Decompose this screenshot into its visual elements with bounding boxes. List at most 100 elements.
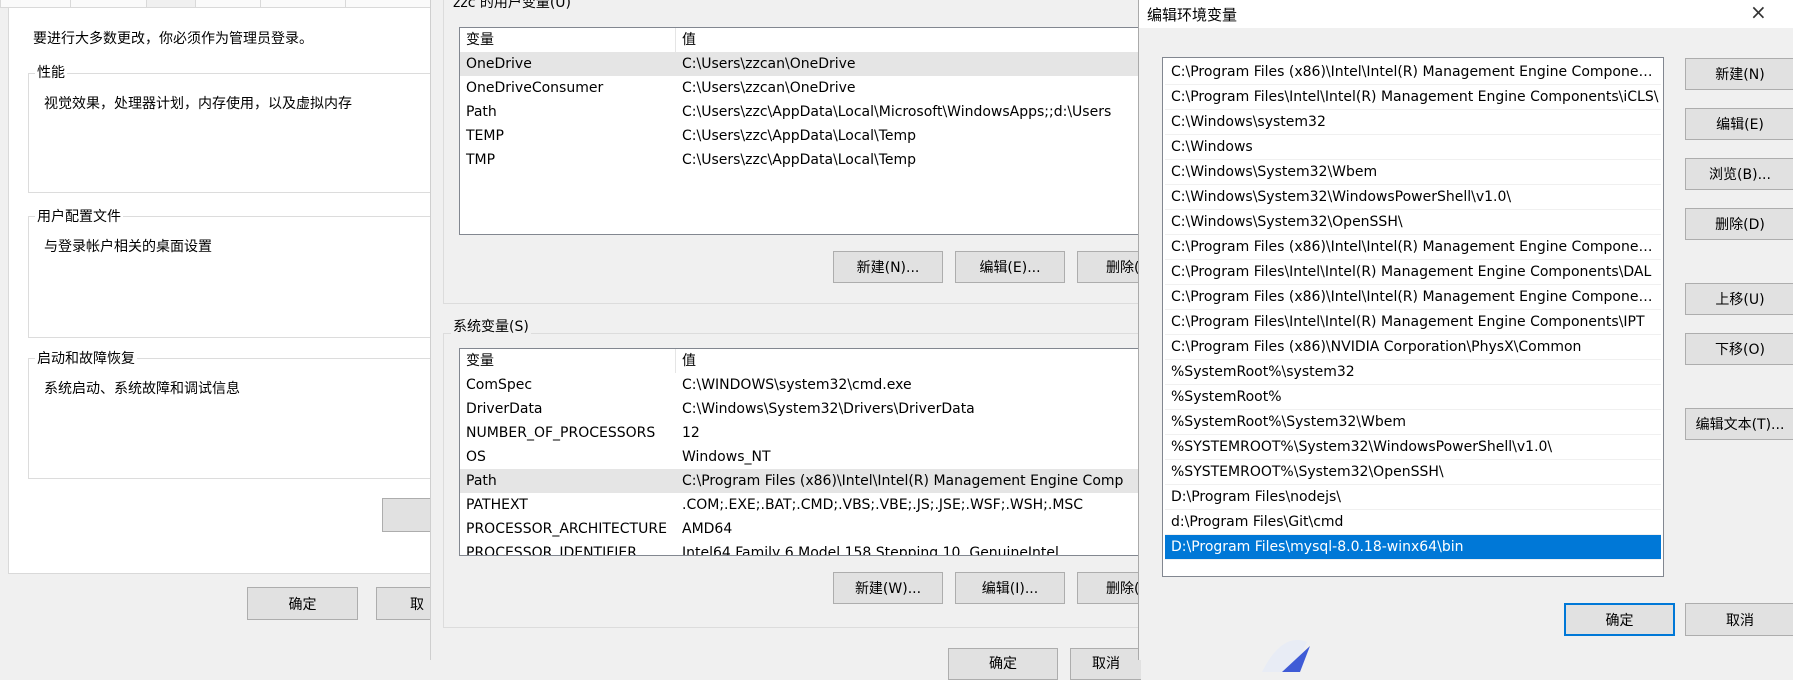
move-down-button[interactable]: 下移(O) <box>1685 333 1793 365</box>
var-name: OneDriveConsumer <box>466 80 604 96</box>
list-item[interactable]: PROCESSOR_ARCHITECTURE AMD64 <box>460 517 1150 541</box>
ok-button[interactable]: 确定 <box>247 587 358 620</box>
system-edit-button[interactable]: 编辑(I)... <box>955 572 1065 604</box>
var-value: 12 <box>682 425 700 441</box>
var-value: C:\Windows\System32\Drivers\DriverData <box>682 401 975 417</box>
list-item-selected[interactable]: D:\Program Files\mysql-8.0.18-winx64\bin <box>1165 535 1661 560</box>
user-vars-header: 变量 值 <box>460 28 1150 52</box>
var-name: TEMP <box>466 128 504 144</box>
title-bar <box>1139 0 1793 28</box>
edit-button[interactable]: 编辑(E) <box>1685 108 1793 140</box>
var-value: C:\Users\zzc\AppData\Local\Temp <box>682 128 917 144</box>
list-item[interactable]: C:\Windows\System32\Wbem <box>1165 160 1661 185</box>
var-name: Path <box>466 473 497 489</box>
list-item[interactable]: Path C:\Users\zzc\AppData\Local\Microsoft… <box>460 100 1150 124</box>
user-delete-button[interactable]: 删除( <box>1077 251 1141 283</box>
system-vars-header: 变量 值 <box>460 349 1150 373</box>
user-edit-button[interactable]: 编辑(E)... <box>955 251 1065 283</box>
var-name: Path <box>466 104 497 120</box>
startup-recovery-group <box>28 358 432 479</box>
list-item[interactable]: %SYSTEMROOT%\System32\WindowsPowerShell\… <box>1165 435 1661 460</box>
list-item[interactable]: OneDriveConsumer C:\Users\zzcan\OneDrive <box>460 76 1150 100</box>
list-item[interactable]: C:\Windows\System32\WindowsPowerShell\v1… <box>1165 185 1661 210</box>
list-item[interactable]: DriverData C:\Windows\System32\Drivers\Dr… <box>460 397 1150 421</box>
list-item[interactable]: Path C:\Program Files (x86)\Intel\Intel(R… <box>460 469 1150 493</box>
list-item[interactable]: d:\Program Files\Git\cmd <box>1165 510 1661 535</box>
col-variable[interactable]: 变量 <box>460 349 676 373</box>
var-name: PROCESSOR_ARCHITECTURE <box>466 521 667 537</box>
ok-button[interactable]: 确定 <box>1564 603 1675 636</box>
system-vars-title: 系统变量(S) <box>451 316 531 336</box>
system-delete-button[interactable]: 删除( <box>1077 572 1141 604</box>
var-name: DriverData <box>466 401 543 417</box>
var-value: C:\Users\zzc\AppData\Local\Temp <box>682 152 917 168</box>
move-up-button[interactable]: 上移(U) <box>1685 283 1793 315</box>
list-item[interactable]: D:\Program Files\nodejs\ <box>1165 485 1661 510</box>
list-item[interactable]: C:\Program Files (x86)\Intel\Intel(R) Ma… <box>1165 60 1661 85</box>
var-name: NUMBER_OF_PROCESSORS <box>466 425 656 441</box>
cancel-button[interactable]: 取 <box>376 587 430 620</box>
var-name: OneDrive <box>466 56 532 72</box>
var-name: TMP <box>466 152 496 168</box>
var-value: Windows_NT <box>682 449 771 465</box>
var-value: C:\Program Files (x86)\Intel\Intel(R) Ma… <box>682 473 1124 489</box>
edit-text-button[interactable]: 编辑文本(T)... <box>1685 408 1793 440</box>
env-ok-button[interactable]: 确定 <box>948 648 1058 680</box>
list-item[interactable]: C:\Windows <box>1165 135 1661 160</box>
user-profiles-group <box>28 216 432 338</box>
new-button[interactable]: 新建(N) <box>1685 58 1793 90</box>
list-item[interactable]: NUMBER_OF_PROCESSORS 12 <box>460 421 1150 445</box>
col-value[interactable]: 值 <box>676 349 1150 373</box>
var-value: C:\WINDOWS\system32\cmd.exe <box>682 377 912 393</box>
var-value: Intel64 Family 6 Model 158 Stepping 10, … <box>682 545 1059 556</box>
list-item[interactable]: C:\Program Files (x86)\Intel\Intel(R) Ma… <box>1165 235 1661 260</box>
list-item[interactable]: C:\Windows\System32\OpenSSH\ <box>1165 210 1661 235</box>
var-name: PROCESSOR_IDENTIFIER <box>466 545 637 556</box>
delete-button[interactable]: 删除(D) <box>1685 208 1793 240</box>
user-new-button[interactable]: 新建(N)... <box>833 251 943 283</box>
list-item[interactable]: %SystemRoot% <box>1165 385 1661 410</box>
list-item[interactable]: C:\Program Files\Intel\Intel(R) Manageme… <box>1165 310 1661 335</box>
performance-description: 视觉效果，处理器计划，内存使用，以及虚拟内存 <box>44 96 352 112</box>
user-vars-title: zzc 的用户变量(U) <box>451 0 574 12</box>
col-value[interactable]: 值 <box>676 28 1150 52</box>
startup-recovery-description: 系统启动、系统故障和调试信息 <box>44 381 240 397</box>
system-properties-window: 要进行大多数更改，你必须作为管理员登录。 性能 视觉效果，处理器计划，内存使用，… <box>0 0 432 628</box>
close-icon[interactable]: × <box>1750 0 1767 24</box>
performance-group-title: 性能 <box>35 62 67 82</box>
cancel-button[interactable]: 取消 <box>1685 603 1793 636</box>
var-value: AMD64 <box>682 521 733 537</box>
col-variable[interactable]: 变量 <box>460 28 676 52</box>
list-item[interactable]: PROCESSOR_IDENTIFIER Intel64 Family 6 Mod… <box>460 541 1150 556</box>
browse-button[interactable]: 浏览(B)... <box>1685 158 1793 190</box>
user-vars-list[interactable]: 变量 值 OneDrive C:\Users\zzcan\OneDrive One… <box>459 27 1151 235</box>
list-item[interactable]: %SystemRoot%\system32 <box>1165 360 1661 385</box>
system-vars-list[interactable]: 变量 值 ComSpec C:\WINDOWS\system32\cmd.exe … <box>459 348 1151 556</box>
var-name: PATHEXT <box>466 497 528 513</box>
list-item[interactable]: %SystemRoot%\System32\Wbem <box>1165 410 1661 435</box>
environment-variables-window: zzc 的用户变量(U) 变量 值 OneDrive C:\Users\zzcan… <box>430 0 1151 680</box>
env-cancel-button[interactable]: 取消 <box>1070 648 1141 680</box>
environment-variables-button[interactable] <box>382 498 431 532</box>
performance-group <box>28 73 432 193</box>
var-value: .COM;.EXE;.BAT;.CMD;.VBS;.VBE;.JS;.JSE;.… <box>682 497 1084 513</box>
list-item[interactable]: %SYSTEMROOT%\System32\OpenSSH\ <box>1165 460 1661 485</box>
path-list[interactable]: C:\Program Files (x86)\Intel\Intel(R) Ma… <box>1162 57 1664 577</box>
list-item[interactable]: C:\Program Files (x86)\NVIDIA Corporatio… <box>1165 335 1661 360</box>
list-item[interactable]: TEMP C:\Users\zzc\AppData\Local\Temp <box>460 124 1150 148</box>
var-value: C:\Users\zzcan\OneDrive <box>682 80 856 96</box>
list-item[interactable]: OneDrive C:\Users\zzcan\OneDrive <box>460 52 1150 76</box>
list-item[interactable]: ComSpec C:\WINDOWS\system32\cmd.exe <box>460 373 1150 397</box>
list-item[interactable]: TMP C:\Users\zzc\AppData\Local\Temp <box>460 148 1150 172</box>
edit-env-var-dialog: 编辑环境变量 × C:\Program Files (x86)\Intel\In… <box>1138 0 1793 660</box>
list-item[interactable]: C:\Program Files\Intel\Intel(R) Manageme… <box>1165 260 1661 285</box>
list-item[interactable]: C:\Program Files (x86)\Intel\Intel(R) Ma… <box>1165 285 1661 310</box>
system-new-button[interactable]: 新建(W)... <box>833 572 943 604</box>
var-name: ComSpec <box>466 377 533 393</box>
list-item[interactable]: PATHEXT .COM;.EXE;.BAT;.CMD;.VBS;.VBE;.JS… <box>460 493 1150 517</box>
list-item[interactable]: C:\Program Files\Intel\Intel(R) Manageme… <box>1165 85 1661 110</box>
dialog-title: 编辑环境变量 <box>1147 6 1238 24</box>
list-item[interactable]: OS Windows_NT <box>460 445 1150 469</box>
startup-recovery-group-title: 启动和故障恢复 <box>35 348 137 368</box>
list-item[interactable]: C:\Windows\system32 <box>1165 110 1661 135</box>
